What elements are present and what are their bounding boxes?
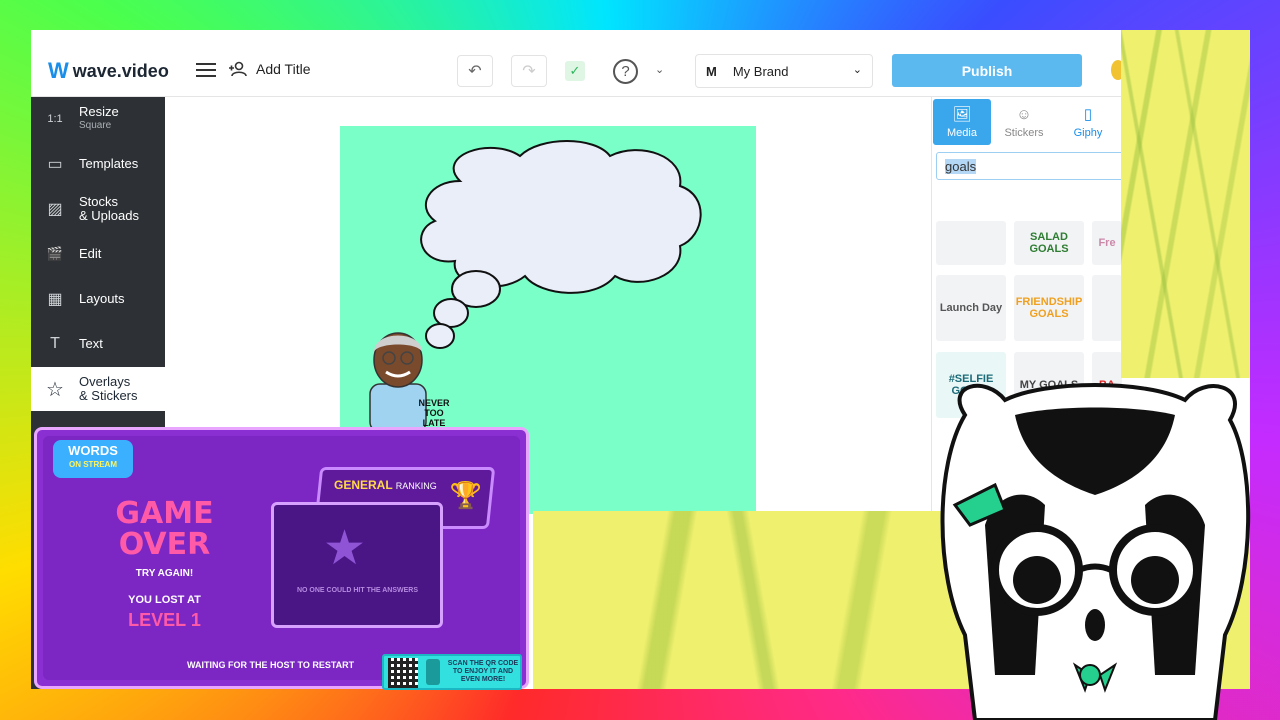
wave-logo-icon: W: [48, 58, 69, 83]
sidebar-item-templates[interactable]: ▭ Templates: [31, 142, 165, 186]
check-icon: ✓: [565, 61, 585, 81]
sticker-label: FRIENDSHIP GOALS: [1015, 296, 1083, 320]
sidebar-item-label: Layouts: [79, 291, 125, 306]
sticker-label: SALAD GOALS: [1029, 231, 1069, 255]
tab-label: Media: [947, 127, 977, 139]
sidebar-item-sublabel: Square: [79, 120, 112, 131]
brand-select[interactable]: M My Brand ⌄: [695, 54, 873, 88]
ranking-label: GENERAL RANKING: [334, 478, 437, 492]
tab-label: Stickers: [1004, 126, 1044, 139]
sidebar-item-resize[interactable]: 1:1 Resize Square: [31, 97, 165, 141]
publish-label: Publish: [961, 62, 1013, 79]
undo-button[interactable]: ↶: [457, 55, 493, 87]
sticker-tile[interactable]: FRIENDSHIP GOALS: [1014, 275, 1084, 341]
tab-media[interactable]: 🖼 Media: [933, 99, 991, 145]
tab-label: Giphy: [1073, 127, 1103, 139]
resize-icon: 1:1: [47, 113, 63, 125]
sidebar-item-overlays[interactable]: ☆ Overlays & Stickers: [31, 367, 165, 411]
shirt-text: NEVER TOO LATE: [418, 398, 450, 428]
title-line: GAME: [115, 496, 214, 531]
try-again-text: TRY AGAIN!: [135, 568, 194, 579]
qr-code-icon: [388, 658, 418, 688]
redo-button[interactable]: ↷: [511, 55, 547, 87]
trophy-icon: 🏆: [449, 480, 483, 510]
sidebar-item-label: Text: [79, 336, 103, 351]
sticker-tile[interactable]: Fre: [1092, 221, 1122, 265]
ranking-strong: GENERAL: [334, 478, 393, 492]
bamboo-background: [1121, 30, 1250, 378]
game-over-title: GAME OVER: [107, 498, 222, 560]
sidebar-item-layouts[interactable]: ▦ Layouts: [31, 277, 165, 321]
sidebar-item-label: Stocks: [79, 194, 119, 209]
saved-status: ✓: [558, 55, 592, 87]
sticker-tile[interactable]: Launch Day: [936, 275, 1006, 341]
sidebar-item-text[interactable]: T Text: [31, 322, 165, 366]
ranking-rest: RANKING: [395, 481, 437, 491]
chevron-down-icon[interactable]: ⌄: [655, 63, 664, 76]
sidebar-item-label: Templates: [79, 156, 139, 171]
sticker-icon: ☺: [1016, 105, 1032, 123]
tab-stickers[interactable]: ☺ Stickers: [995, 99, 1053, 145]
help-button[interactable]: ?: [613, 59, 638, 84]
logo-text: wave.video: [72, 60, 169, 81]
brand-name: My Brand: [732, 63, 789, 79]
qr-banner: SCAN THE QR CODE TO ENJOY IT AND EVEN MO…: [382, 654, 522, 690]
title-line: OVER: [118, 527, 211, 562]
sidebar-item-edit[interactable]: 🎬 Edit: [31, 232, 165, 276]
text-icon: T: [50, 335, 60, 352]
logo-bottom-text: ON STREAM: [69, 460, 117, 469]
publish-button[interactable]: Publish: [892, 54, 1082, 87]
waiting-text: WAITING FOR THE HOST TO RESTART: [187, 660, 355, 670]
redo-icon: ↷: [522, 63, 536, 80]
lost-at-text: YOU LOST AT: [128, 594, 201, 606]
sidebar-item-stocks[interactable]: ▨ Stocks & Uploads: [31, 187, 165, 231]
image-icon: 🖼: [952, 106, 972, 123]
top-bar: W wave.video Add Title ↶ ↷ ✓ ? ⌄ M My Br…: [31, 30, 1250, 97]
sidebar-item-label: Overlays: [79, 374, 131, 389]
sidebar-item-sublabel: & Stickers: [79, 388, 138, 403]
wave-video-logo[interactable]: W wave.video: [48, 58, 169, 84]
search-input[interactable]: goals: [936, 152, 1136, 180]
sidebar-item-label: Resize: [79, 104, 119, 119]
search-value: goals: [945, 159, 977, 174]
star-icon: ★: [323, 522, 367, 575]
help-icon: ?: [621, 63, 630, 80]
chevron-down-icon: ⌄: [852, 64, 862, 76]
menu-icon[interactable]: [196, 63, 216, 77]
phone-icon: [426, 659, 440, 685]
add-person-icon: [229, 61, 247, 77]
sticker-label: Launch Day: [939, 302, 1003, 314]
sidebar-item-sublabel: & Uploads: [79, 208, 139, 223]
no-hit-text: NO ONE COULD HIT THE ANSWERS: [296, 587, 419, 594]
templates-icon: ▭: [47, 156, 63, 173]
logo-top-text: WORDS: [68, 443, 118, 458]
tab-giphy[interactable]: ▯ Giphy: [1059, 99, 1117, 145]
sticker-label: Fre: [1098, 237, 1116, 249]
brand-initial: M: [706, 63, 717, 79]
sticker-tile[interactable]: SALAD GOALS: [1014, 221, 1084, 265]
undo-icon: ↶: [468, 63, 482, 80]
clapperboard-icon: 🎬: [46, 246, 64, 261]
file-icon: ▯: [1083, 106, 1093, 123]
sticker-tile[interactable]: [936, 221, 1006, 265]
level-text: LEVEL 1: [128, 610, 201, 630]
image-icon: ▨: [47, 201, 63, 218]
add-title-button[interactable]: Add Title: [228, 61, 310, 77]
add-title-label: Add Title: [256, 61, 311, 77]
sidebar-item-label: Edit: [79, 246, 102, 261]
qr-text: SCAN THE QR CODE TO ENJOY IT AND EVEN MO…: [447, 660, 519, 683]
vtuber-avatar: [940, 383, 1251, 720]
star-icon: ☆: [46, 378, 64, 401]
words-on-stream-logo: WORDS ON STREAM: [53, 440, 133, 478]
sticker-tile[interactable]: [1092, 275, 1122, 341]
layouts-icon: ▦: [47, 291, 63, 308]
game-over-overlay: WORDS ON STREAM GAME OVER TRY AGAIN! YOU…: [34, 427, 529, 689]
